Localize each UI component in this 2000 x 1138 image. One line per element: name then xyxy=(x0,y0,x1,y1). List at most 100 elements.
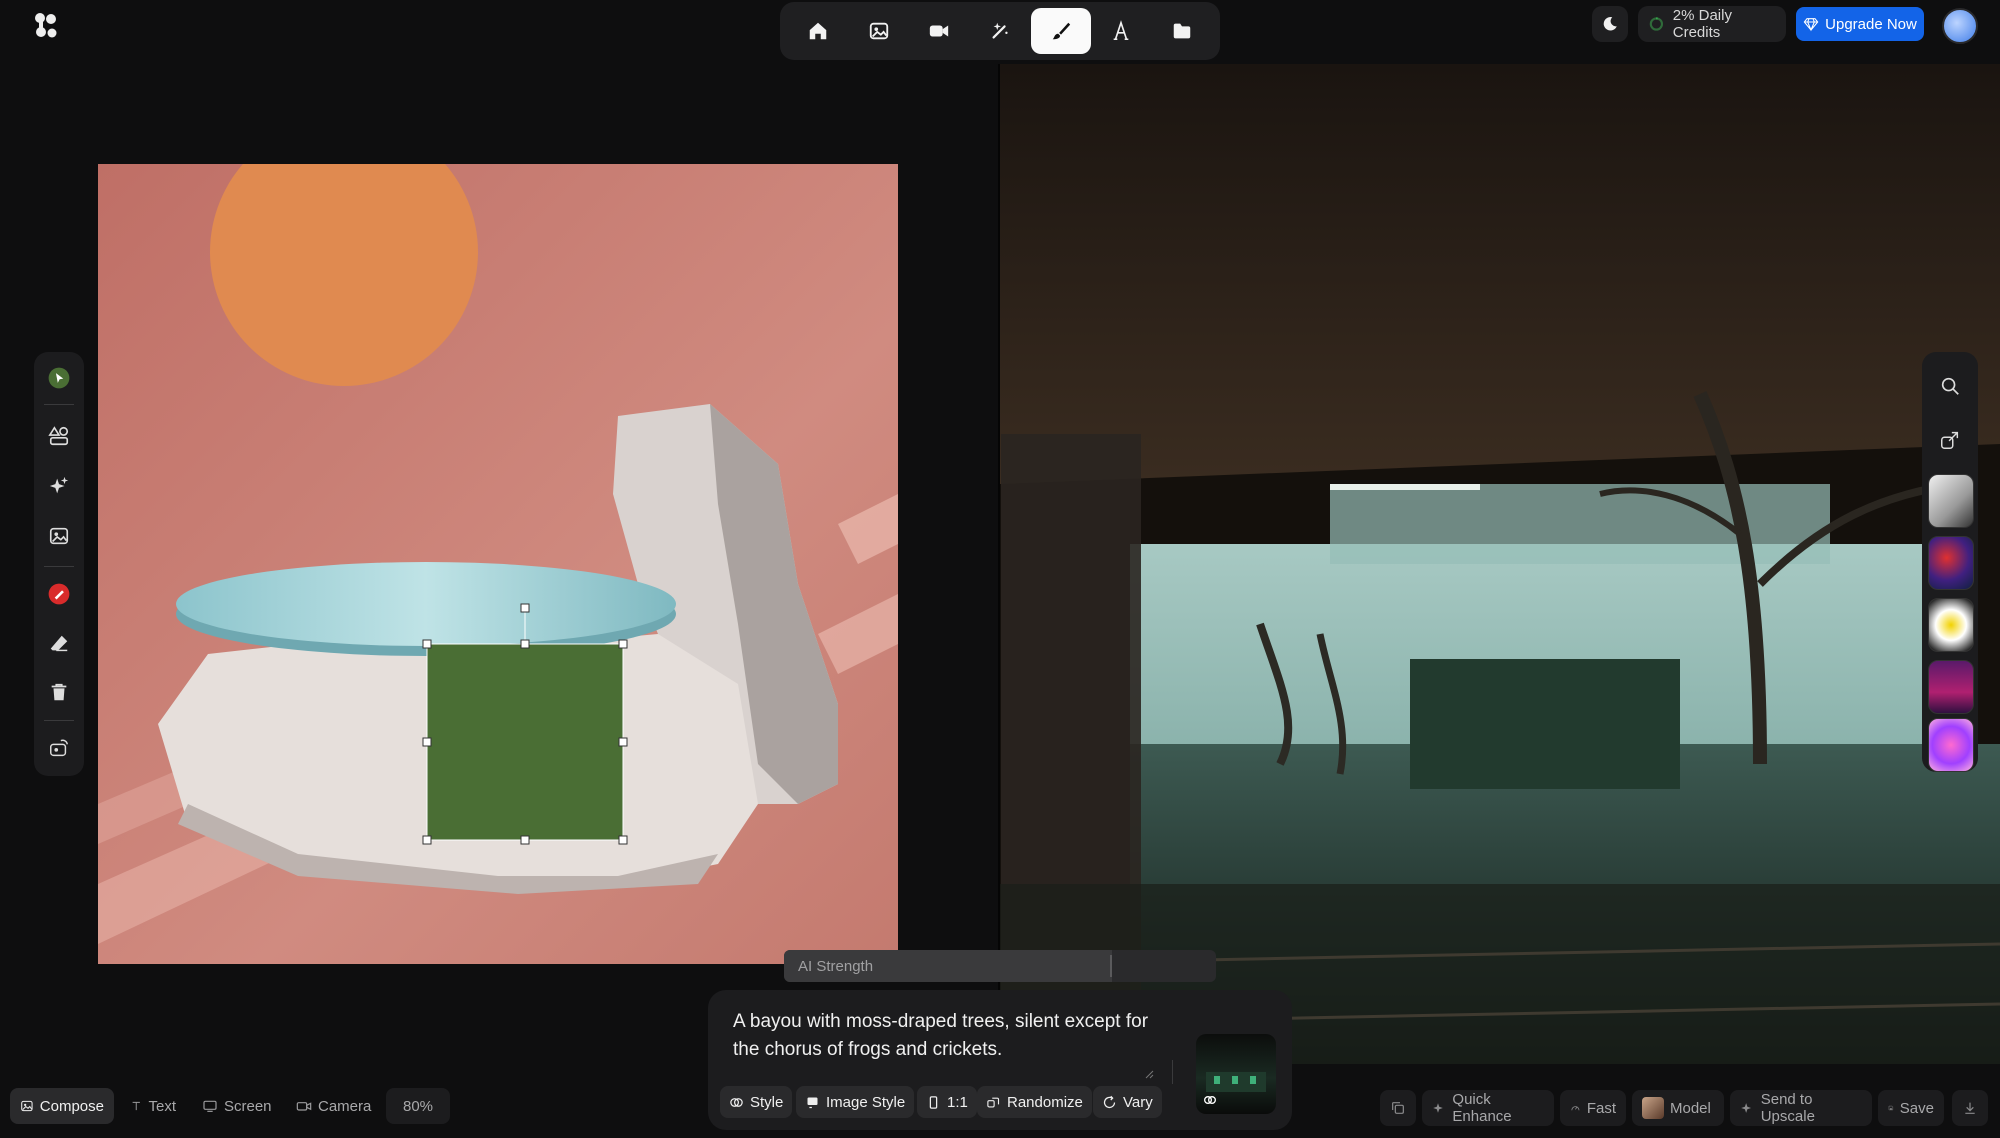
prompt-textarea[interactable]: A bayou with moss-draped trees, silent e… xyxy=(733,1008,1153,1064)
share-icon xyxy=(1941,431,1959,449)
nav-folder[interactable] xyxy=(1152,8,1212,54)
magic-wand-icon xyxy=(992,22,1008,39)
shapes-icon xyxy=(48,426,69,446)
top-navigation xyxy=(780,2,1220,60)
aspect-ratio-button[interactable]: 1:1 xyxy=(917,1086,977,1118)
aspect-ratio-label: 1:1 xyxy=(947,1093,968,1111)
nav-video[interactable] xyxy=(909,8,969,54)
history-thumbnail-2[interactable] xyxy=(1928,536,1974,590)
shapes-tool[interactable] xyxy=(41,418,77,454)
history-thumbnail-3[interactable] xyxy=(1928,598,1974,652)
resize-grip-icon xyxy=(1145,1070,1154,1079)
resize-handle[interactable] xyxy=(1144,1066,1154,1079)
app-logo[interactable] xyxy=(34,12,58,40)
nav-brush[interactable] xyxy=(1030,8,1091,54)
ai-strength-handle[interactable] xyxy=(1110,955,1112,977)
home-icon xyxy=(809,22,827,40)
delete-tool[interactable] xyxy=(41,674,77,710)
upscale-icon xyxy=(1741,1103,1752,1113)
zoom-level[interactable]: 80% xyxy=(386,1088,450,1124)
history-thumbnail-5[interactable] xyxy=(1928,718,1974,772)
theme-toggle[interactable] xyxy=(1592,6,1628,42)
text-label: Text xyxy=(148,1097,176,1115)
image-upload-tool[interactable] xyxy=(41,518,77,554)
save-icon xyxy=(1888,1105,1894,1111)
compose-canvas[interactable] xyxy=(98,164,898,964)
credits-label: 2% Daily Credits xyxy=(1672,7,1732,41)
video-icon xyxy=(930,25,949,37)
text-tab[interactable]: Text xyxy=(120,1088,186,1124)
swap-icon xyxy=(50,739,68,757)
image-style-label: Image Style xyxy=(826,1093,906,1111)
copy-button[interactable] xyxy=(1380,1090,1416,1126)
brush-icon xyxy=(1052,22,1070,40)
vary-icon xyxy=(1103,1095,1116,1108)
model-label: Model xyxy=(1670,1099,1711,1117)
randomize-icon xyxy=(987,1097,1000,1107)
compose-icon xyxy=(21,1100,33,1112)
image-style-icon xyxy=(807,1097,818,1108)
image-icon xyxy=(869,22,888,40)
sparkle-icon xyxy=(1433,1103,1443,1113)
style-button[interactable]: Style xyxy=(720,1086,793,1118)
image-icon xyxy=(49,527,69,545)
screen-label: Screen xyxy=(224,1097,272,1115)
eraser-tool[interactable] xyxy=(41,626,77,662)
send-to-upscale-button[interactable]: Send to Upscale xyxy=(1730,1090,1872,1126)
quick-enhance-button[interactable]: Quick Enhance xyxy=(1422,1090,1554,1126)
prompt-divider xyxy=(1172,1060,1173,1084)
save-button[interactable]: Save xyxy=(1878,1090,1944,1126)
user-avatar[interactable] xyxy=(1942,8,1978,44)
ai-strength-label: AI Strength xyxy=(798,957,874,975)
folder-icon xyxy=(1173,23,1191,39)
aspect-ratio-icon xyxy=(929,1095,938,1109)
vary-label: Vary xyxy=(1123,1093,1153,1111)
vary-button[interactable]: Vary xyxy=(1093,1086,1162,1118)
select-tool[interactable] xyxy=(41,360,77,396)
link-icon xyxy=(1204,1096,1216,1104)
gauge-icon xyxy=(1571,1106,1580,1111)
nav-image[interactable] xyxy=(849,8,909,54)
download-button[interactable] xyxy=(1952,1090,1988,1126)
camera-label: Camera xyxy=(318,1097,372,1115)
text-icon xyxy=(132,1101,140,1111)
zoom-label: 80% xyxy=(402,1097,434,1115)
quick-enhance-label: Quick Enhance xyxy=(1452,1091,1512,1125)
fast-mode-button[interactable]: Fast xyxy=(1560,1090,1626,1126)
share-button[interactable] xyxy=(1932,422,1968,458)
paint-tool[interactable] xyxy=(41,576,77,612)
model-selector[interactable]: Model xyxy=(1632,1090,1724,1126)
image-style-button[interactable]: Image Style xyxy=(796,1086,915,1118)
swap-tool[interactable] xyxy=(41,730,77,766)
save-label: Save xyxy=(1899,1099,1934,1117)
history-thumbnail-4[interactable] xyxy=(1928,660,1974,714)
download-icon xyxy=(1965,1102,1975,1114)
diamond-icon xyxy=(1803,18,1819,32)
generated-image[interactable] xyxy=(1000,64,2000,1064)
daily-credits[interactable]: 2% Daily Credits xyxy=(1638,6,1786,42)
right-toolbar xyxy=(1922,352,1978,772)
trash-icon xyxy=(51,683,67,701)
nav-magic[interactable] xyxy=(970,8,1030,54)
text-tool-icon xyxy=(1113,20,1129,40)
compose-tab[interactable]: Compose xyxy=(10,1088,114,1124)
history-thumbnail-1[interactable] xyxy=(1928,474,1974,528)
screen-tab[interactable]: Screen xyxy=(192,1088,282,1124)
style-label: Style xyxy=(750,1093,784,1111)
left-toolbar xyxy=(34,352,84,776)
search-button[interactable] xyxy=(1932,368,1968,404)
randomize-button[interactable]: Randomize xyxy=(977,1086,1092,1118)
style-icon xyxy=(730,1097,743,1107)
camera-tab[interactable]: Camera xyxy=(286,1088,382,1124)
upgrade-button[interactable]: Upgrade Now xyxy=(1796,7,1924,41)
logo-icon xyxy=(35,13,57,38)
eraser-icon xyxy=(50,635,68,652)
reference-image-thumbnail[interactable] xyxy=(1196,1034,1276,1114)
copy-icon xyxy=(1392,1102,1404,1114)
paint-icon xyxy=(48,583,70,605)
randomize-label: Randomize xyxy=(1007,1093,1083,1111)
nav-text-tool[interactable] xyxy=(1091,8,1151,54)
ai-tool[interactable] xyxy=(41,468,77,504)
sparkle-icon xyxy=(49,476,69,494)
nav-home[interactable] xyxy=(788,8,848,54)
